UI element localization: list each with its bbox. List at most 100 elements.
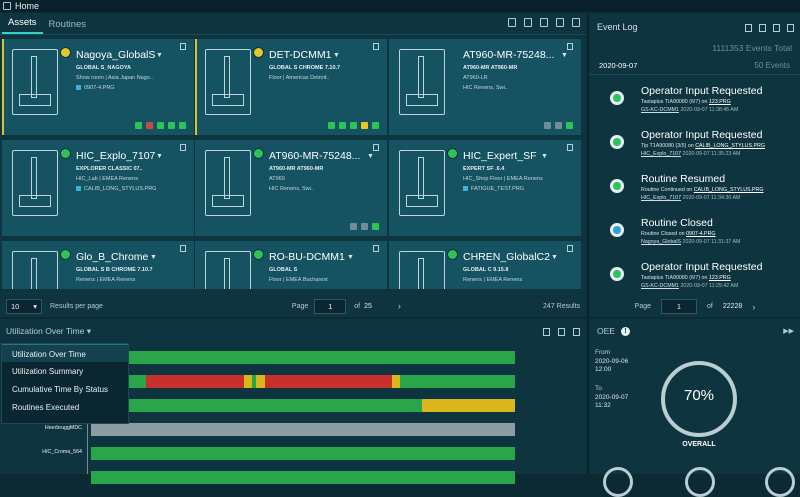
asset-program: 0907-4.PRG (76, 85, 115, 91)
status-indicator (253, 148, 264, 159)
program-link[interactable]: 123.PRG (709, 275, 731, 281)
asset-link[interactable]: HIC_Explo_7107 (641, 151, 681, 157)
asset-location: Floor | EMEA Bucharest (269, 277, 328, 283)
expand-icon[interactable] (572, 18, 580, 27)
calendar-icon[interactable] (745, 24, 752, 32)
menu-item-utilization-over-time[interactable]: Utilization Over Time (2, 344, 128, 362)
asset-card[interactable]: RO-BU-DCMM1 ▼ GLOBAL S Floor | EMEA Buch… (195, 241, 387, 289)
per-page-select[interactable]: 10 ▾ (6, 298, 42, 314)
document-icon[interactable] (508, 18, 516, 27)
asset-card[interactable]: Glo_B_Chrome ▼ GLOBAL S B CHROME 7.10.7 … (2, 241, 194, 289)
chevron-down-icon[interactable]: ▼ (150, 254, 157, 261)
page-input[interactable]: 1 (314, 298, 347, 314)
timeline-bar[interactable] (91, 447, 515, 460)
of-label: of (354, 302, 361, 310)
temperature-icon (350, 122, 357, 129)
chevron-down-icon[interactable]: ▼ (333, 52, 340, 59)
filter-icon[interactable] (540, 18, 548, 27)
chevron-down-icon[interactable]: ▼ (156, 153, 163, 160)
asset-card[interactable]: AT960-MR-75248... ▼ AT960-MR AT960-MR AT… (389, 39, 581, 135)
sort-icon[interactable] (524, 18, 532, 27)
chevron-down-icon[interactable]: ▼ (367, 153, 374, 160)
program-link[interactable]: 123.PRG (709, 99, 731, 105)
timeline-bar[interactable] (91, 375, 515, 388)
grid-icon (555, 122, 562, 129)
timeline-bar[interactable] (91, 351, 515, 364)
asset-model: GLOBAL S_NAGOYA (76, 65, 132, 71)
per-page-value: 10 (11, 301, 20, 311)
tab-routines[interactable]: Routines (43, 19, 93, 34)
event-item[interactable]: Operator Input Requested Tastaplus TIA90… (589, 255, 800, 295)
event-timestamp: 2020-09-07 11:31:37 AM (682, 239, 741, 245)
bar-segment (243, 375, 253, 388)
event-item[interactable]: Operator Input Requested Tastaplus TIA90… (589, 79, 800, 121)
asset-card[interactable]: CHREN_GlobalC2 ▼ GLOBAL C 9.15.8 Renens … (389, 241, 581, 289)
event-timestamp: 2020-09-07 11:29:42 AM (680, 283, 739, 289)
asset-link[interactable]: GS-KC-DCMM1 (641, 283, 679, 289)
asset-name: AT960-MR-75248... (269, 150, 361, 162)
assets-pager: 10 ▾ Results per page Page 1 of 25 › 247 … (0, 295, 586, 317)
menu-item-utilization-summary[interactable]: Utilization Summary (2, 362, 128, 380)
asset-model: AT960-MR AT960-MR (463, 65, 518, 71)
event-item[interactable]: Routine Resumed Routine Continued on CAL… (589, 167, 800, 209)
filter-icon[interactable] (773, 24, 780, 32)
next-page-icon[interactable]: › (398, 301, 401, 311)
bar-segment (421, 399, 515, 412)
asset-card[interactable]: Nagoya_GlobalS ▼ GLOBAL S_NAGOYA Show ro… (2, 39, 194, 135)
chart-type-select[interactable]: Utilization Over Time ▾ (6, 326, 91, 337)
asset-location: HIC Renens, Swi.. (463, 85, 508, 91)
asset-model: GLOBAL C 9.15.8 (463, 267, 509, 273)
asset-badges (135, 122, 186, 129)
asset-link[interactable]: GS-KC-DCMM1 (641, 107, 679, 113)
menu-item-cumulative-time[interactable]: Cumulative Time By Status (2, 380, 128, 398)
chevron-down-icon[interactable]: ▼ (561, 52, 568, 59)
home-icon[interactable] (3, 2, 11, 10)
chevron-down-icon[interactable]: ▼ (156, 52, 163, 59)
asset-name: Nagoya_GlobalS (76, 49, 156, 61)
program-link[interactable]: CALIB_LONG_STYLUS.PRG (694, 187, 764, 193)
info-icon[interactable]: ! (620, 326, 630, 336)
plug-icon (372, 223, 379, 230)
page-input[interactable]: 1 (661, 299, 698, 314)
event-title: Operator Input Requested (641, 261, 763, 273)
utilization-panel: Utilization Over Time ▾ Utilization Over… (0, 319, 586, 484)
document-icon[interactable] (759, 24, 766, 32)
calendar-icon[interactable] (543, 328, 550, 336)
next-page-icon[interactable]: › (752, 302, 755, 312)
program-link[interactable]: CALIB_LONG_STYLUS.PRG (695, 143, 765, 149)
document-icon[interactable] (558, 328, 565, 336)
asset-card[interactable]: DET-DCMM1 ▼ GLOBAL S CHROME 7.10.7 Floor… (195, 39, 387, 135)
utilization-toolbar (543, 328, 580, 336)
event-item[interactable]: Routine Closed Routine Closed on 0907-4.… (589, 211, 800, 253)
asset-card[interactable]: HIC_Explo_7107 ▼ EXPLORER CLASSIC 07.. H… (2, 140, 194, 236)
chevron-down-icon[interactable]: ▼ (551, 254, 558, 261)
chevron-down-icon[interactable]: ▼ (541, 153, 548, 160)
asset-link[interactable]: HIC_Explo_7107 (641, 195, 681, 201)
expand-icon[interactable] (787, 24, 794, 32)
cmm-machine-icon (12, 150, 58, 216)
event-detail-text: Tastaplus TIA90080 (6/7) on (641, 99, 708, 105)
to-label: To (595, 385, 602, 392)
bar-segment (264, 375, 392, 388)
asset-model: EXPERT SF .6.4 (463, 166, 505, 172)
event-log-title: Event Log (597, 22, 638, 32)
asset-link[interactable]: Nagoya_GlobalS (641, 239, 681, 245)
tab-assets[interactable]: Assets (2, 17, 43, 34)
oee-title: OEE (597, 326, 615, 336)
status-indicator (60, 47, 71, 58)
program-link[interactable]: 0907-4.PRG (686, 231, 715, 237)
timeline-bar[interactable] (91, 471, 515, 484)
timeline-bar[interactable] (91, 423, 515, 436)
chevron-down-icon[interactable]: ▼ (347, 254, 354, 261)
menu-item-routines-executed[interactable]: Routines Executed (2, 398, 128, 416)
list-view-icon[interactable] (556, 18, 564, 27)
event-meta: HIC_Explo_7107 2020-09-07 11:34:30 AM (641, 195, 740, 201)
expand-icon[interactable] (573, 328, 580, 336)
asset-card[interactable]: AT960-MR-75248... ▼ AT960-MR AT960-MR AT… (195, 140, 387, 236)
user-icon (373, 43, 379, 50)
asset-card[interactable]: HIC_Expert_SF ▼ EXPERT SF .6.4 HIC_Shop … (389, 140, 581, 236)
event-date: 2020-09-07 (599, 61, 638, 70)
event-item[interactable]: Operator Input Requested Tip T1A90080 (3… (589, 123, 800, 165)
timeline-bar[interactable] (91, 399, 515, 412)
expand-icon[interactable]: ▶▶ (783, 327, 794, 335)
